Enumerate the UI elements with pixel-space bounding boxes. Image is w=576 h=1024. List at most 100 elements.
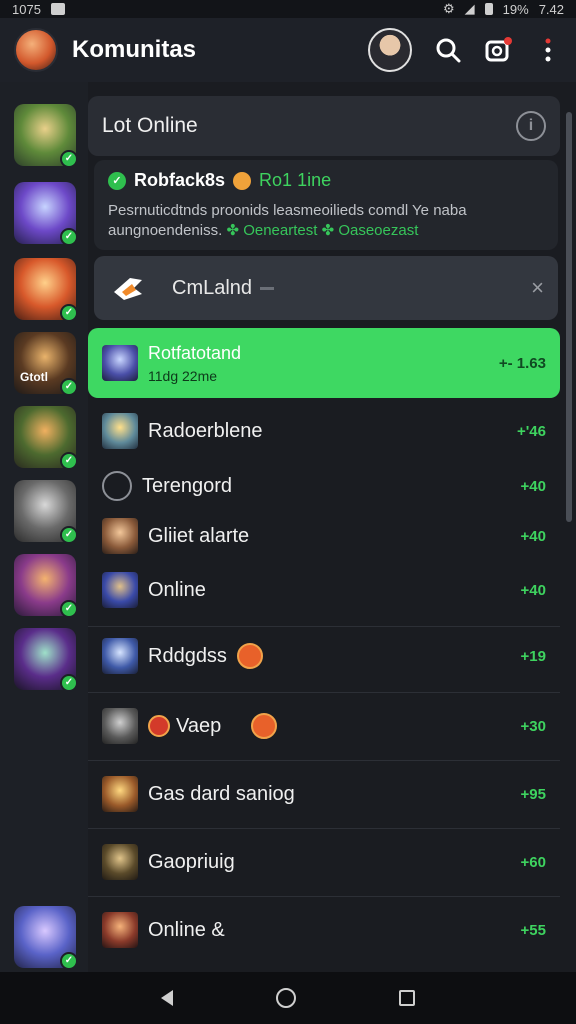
channel-item[interactable]: Online +40	[88, 568, 560, 612]
check-icon: ✓	[60, 378, 78, 396]
channel-panel: Lot Online i ✓ Robfack8s Ro1 1ine Pesrnu…	[88, 96, 560, 972]
channel-item[interactable]: Rotfatotand 11dg 22me +- 1.63	[88, 328, 560, 398]
profile-avatar[interactable]	[368, 28, 412, 72]
channel-count: +40	[520, 527, 546, 545]
channel-label: Vaep	[176, 714, 222, 737]
settings-icon: ⚙	[443, 1, 455, 16]
channel-count: +95	[520, 785, 546, 803]
divider	[88, 896, 560, 897]
check-icon: ✓	[108, 171, 126, 190]
channel-count: +19	[520, 647, 546, 665]
channel-item[interactable]: Radoerblene +'46	[88, 406, 560, 456]
channel-label: Radoerblene	[148, 419, 263, 442]
emoji-icon	[236, 643, 263, 669]
channel-label: Rddgdss	[148, 644, 227, 667]
channel-count: +'46	[516, 422, 546, 440]
channel-count: +55	[520, 921, 546, 939]
notice-card: ✓ Robfack8s Ro1 1ine Pesrnuticdtnds proo…	[94, 160, 558, 250]
signal-icon: ◢	[464, 1, 475, 16]
info-icon[interactable]: i	[516, 111, 546, 141]
more-vert-icon[interactable]	[534, 36, 562, 64]
divider	[88, 692, 560, 693]
server-avatar[interactable]: ✓	[14, 628, 78, 692]
channel-thumb	[102, 708, 138, 744]
camera-icon[interactable]	[484, 36, 512, 64]
channel-subtitle: 11dg 22me	[148, 367, 218, 384]
notice-status: Ro1 1ine	[259, 170, 332, 190]
fire-emoji-icon	[148, 715, 170, 737]
channel-thumb	[102, 638, 138, 674]
online-card[interactable]: Lot Online i	[88, 96, 560, 156]
server-avatar[interactable]: ✓	[14, 182, 78, 246]
server-avatar-label: Gtotl	[20, 370, 48, 384]
notice-text-line2: aungnoendeniss.	[108, 222, 223, 239]
close-icon[interactable]: ×	[531, 275, 544, 301]
channel-label: Rotfatotand	[148, 342, 242, 363]
fire-emoji-icon	[233, 171, 252, 190]
server-sidebar: ✓ ✓ ✓ Gtotl ✓ ✓ ✓ ✓ ✓ ✓	[0, 82, 88, 972]
server-avatar[interactable]: ✓	[14, 554, 78, 618]
text-caret	[260, 286, 275, 290]
notice-green-text-1: Oeneartest	[243, 222, 318, 239]
check-icon: ✓	[60, 228, 78, 246]
channel-thumb	[102, 776, 138, 812]
channel-item[interactable]: Vaep +30	[88, 702, 560, 750]
channel-count: +40	[520, 477, 546, 495]
search-field[interactable]: CmLalnd ×	[94, 256, 558, 320]
check-icon: ✓	[60, 674, 78, 692]
check-icon: ✓	[60, 150, 78, 168]
notice-text-line1: Pesrnuticdtnds proonids leasmeoilieds co…	[108, 202, 467, 219]
page-title: Komunitas	[72, 36, 197, 63]
server-avatar[interactable]: ✓	[14, 258, 78, 322]
scrollbar[interactable]	[566, 112, 572, 522]
channel-label: Gliiet alarte	[148, 524, 250, 547]
check-icon: ✓	[60, 452, 78, 470]
check-icon: ✓	[60, 952, 78, 970]
channel-count: +- 1.63	[498, 354, 546, 372]
app-logo[interactable]	[14, 28, 58, 72]
server-avatar[interactable]: Gtotl ✓	[14, 332, 78, 396]
server-avatar[interactable]: ✓	[14, 480, 78, 544]
recent-apps-icon[interactable]	[398, 990, 415, 1006]
channel-thumb	[102, 572, 138, 608]
channel-thumb	[102, 912, 138, 948]
channel-item[interactable]: Terengord +40	[88, 464, 560, 508]
divider	[88, 760, 560, 761]
server-avatar[interactable]: ✓	[14, 104, 78, 168]
server-avatar[interactable]: ✓	[14, 906, 78, 970]
clover-icon: ✤	[321, 222, 335, 239]
search-icon[interactable]	[434, 36, 462, 64]
channel-item[interactable]: Gaopriuig +60	[88, 838, 560, 886]
channel-thumb	[102, 844, 138, 880]
channel-label: Gas dard saniog	[148, 782, 295, 805]
channel-count: +30	[520, 717, 546, 735]
channel-item[interactable]: Gas dard saniog +95	[88, 770, 560, 818]
back-icon[interactable]	[161, 990, 174, 1006]
app-bar: Komunitas	[0, 18, 576, 82]
divider	[88, 626, 560, 627]
channel-thumb	[102, 518, 138, 554]
check-icon: ✓	[60, 600, 78, 618]
emoji-icon	[251, 713, 278, 739]
search-input[interactable]: CmLalnd	[172, 277, 252, 300]
status-time-left: 1075	[12, 1, 41, 17]
status-time-right: 7.42	[538, 1, 564, 17]
clover-icon: ✤	[226, 222, 240, 239]
home-icon[interactable]	[275, 988, 296, 1008]
channel-label: Terengord	[142, 474, 233, 497]
channel-item[interactable]: Rddgdss +19	[88, 632, 560, 680]
channel-count: +40	[520, 581, 546, 599]
status-bar: 1075 ⚙ ◢ 19% 7.42	[0, 0, 576, 18]
channel-label: Online &	[148, 918, 225, 941]
battery-level: 19%	[502, 1, 529, 17]
channel-thumb	[102, 471, 132, 501]
server-avatar[interactable]: ✓	[14, 406, 78, 470]
channel-item[interactable]: Gliiet alarte +40	[88, 514, 560, 558]
online-card-title: Lot Online	[102, 114, 198, 137]
channel-item[interactable]: Online & +55	[88, 906, 560, 954]
sim-icon	[484, 3, 493, 15]
channel-thumb	[102, 345, 138, 381]
channel-label: Online	[148, 578, 206, 601]
brand-logo-icon	[108, 268, 148, 308]
check-icon: ✓	[60, 526, 78, 544]
